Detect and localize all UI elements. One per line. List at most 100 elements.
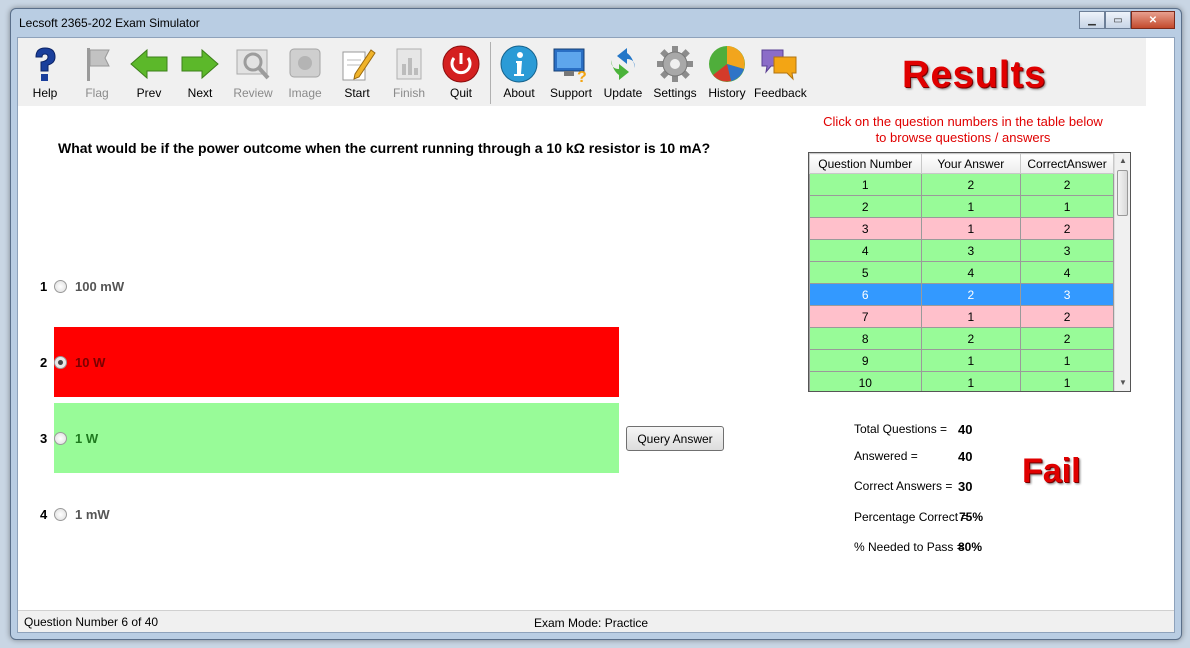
review-label: Review — [233, 86, 273, 100]
result-verdict: Fail — [1022, 452, 1081, 490]
question-number-cell[interactable]: 10 — [809, 371, 922, 391]
question-number-cell[interactable]: 9 — [809, 349, 922, 372]
flag-label: Flag — [85, 86, 109, 100]
option-label: 1 W — [75, 430, 99, 446]
support-button[interactable]: ? Support — [546, 44, 596, 104]
minimize-button[interactable]: ▁ — [1079, 11, 1105, 29]
results-hint: Click on the question numbers in the tab… — [808, 114, 1118, 146]
option-label: 1 mW — [75, 506, 110, 522]
report-icon — [396, 48, 422, 80]
option-3[interactable]: 3 1 W — [40, 428, 98, 448]
question-number-cell[interactable]: 4 — [809, 239, 922, 262]
history-button[interactable]: History — [702, 44, 752, 104]
correct-answer-cell[interactable]: 1 — [1020, 349, 1114, 372]
table-row[interactable]: 544 — [809, 261, 1114, 284]
table-row[interactable]: 822 — [809, 327, 1114, 350]
about-button[interactable]: About — [494, 44, 544, 104]
settings-button[interactable]: Settings — [650, 44, 700, 104]
scroll-up-icon[interactable]: ▲ — [1115, 153, 1130, 169]
question-number-cell[interactable]: 3 — [809, 217, 922, 240]
option-radio[interactable] — [54, 431, 67, 445]
option-2[interactable]: 2 10 W — [40, 352, 105, 372]
status-bar: Question Number 6 of 40 Exam Mode: Pract… — [18, 610, 1174, 632]
query-answer-button[interactable]: Query Answer — [626, 426, 724, 451]
finish-button[interactable]: Finish — [384, 44, 434, 104]
question-number-cell[interactable]: 7 — [809, 305, 922, 328]
option-number: 2 — [40, 354, 48, 370]
help-button[interactable]: Help — [20, 44, 70, 104]
your-answer-cell[interactable]: 2 — [920, 327, 1022, 350]
prev-label: Prev — [136, 86, 162, 100]
your-answer-cell[interactable]: 1 — [920, 371, 1022, 391]
prev-button[interactable]: Prev — [124, 44, 174, 104]
flag-button[interactable]: Flag — [72, 44, 122, 104]
table-row[interactable]: 312 — [809, 217, 1114, 240]
correct-answer-cell[interactable]: 3 — [1020, 283, 1114, 306]
toolbar-separator — [490, 42, 491, 104]
correct-answer-cell[interactable]: 2 — [1020, 305, 1114, 328]
table-row[interactable]: 623 — [809, 283, 1114, 306]
question-number-cell[interactable]: 2 — [809, 195, 922, 218]
your-answer-cell[interactable]: 4 — [920, 261, 1022, 284]
results-hint-line1: Click on the question numbers in the tab… — [823, 114, 1103, 129]
start-button[interactable]: Start — [332, 44, 382, 104]
your-answer-cell[interactable]: 1 — [920, 217, 1022, 240]
table-row[interactable]: 433 — [809, 239, 1114, 262]
total-questions-label: Total Questions = — [854, 422, 948, 436]
correct-answer-cell[interactable]: 1 — [1020, 195, 1114, 218]
client-area: Help Flag Prev Next Review Image Start F… — [17, 37, 1175, 633]
correct-answer-cell[interactable]: 4 — [1020, 261, 1114, 284]
feedback-label: Feedback — [754, 86, 807, 100]
correct-answer-cell[interactable]: 2 — [1020, 173, 1114, 196]
correct-answer-cell[interactable]: 2 — [1020, 217, 1114, 240]
your-answer-cell[interactable]: 1 — [920, 195, 1022, 218]
table-row[interactable]: 122 — [809, 173, 1114, 196]
your-answer-cell[interactable]: 1 — [920, 349, 1022, 372]
option-radio[interactable] — [54, 507, 67, 521]
help-label: Help — [32, 86, 58, 100]
image-label: Image — [288, 86, 322, 100]
feedback-button[interactable]: Feedback — [754, 44, 807, 104]
correct-answer-cell[interactable]: 2 — [1020, 327, 1114, 350]
your-answer-cell[interactable]: 1 — [920, 305, 1022, 328]
option-4[interactable]: 4 1 mW — [40, 504, 110, 524]
correct-answer-cell[interactable]: 1 — [1020, 371, 1114, 391]
table-row[interactable]: 10 1 1 — [809, 371, 1114, 391]
question-number-cell[interactable]: 6 — [809, 283, 922, 306]
table-row[interactable]: 911 — [809, 349, 1114, 372]
option-number: 1 — [40, 278, 48, 294]
option-radio[interactable] — [54, 355, 67, 369]
question-number-cell[interactable]: 8 — [809, 327, 922, 350]
review-button[interactable]: Review — [228, 44, 278, 104]
update-button[interactable]: Update — [598, 44, 648, 104]
flag-icon — [87, 48, 110, 81]
question-number-cell[interactable]: 1 — [809, 173, 922, 196]
image-button[interactable]: Image — [280, 44, 330, 104]
column-header-correct-answer[interactable]: CorrectAnswer — [1020, 153, 1114, 174]
gear-icon — [657, 46, 693, 82]
option-1[interactable]: 1 100 mW — [40, 276, 124, 296]
help-icon — [35, 47, 56, 81]
table-scrollbar[interactable]: ▲ ▼ — [1114, 153, 1130, 391]
your-answer-cell[interactable]: 2 — [920, 283, 1022, 306]
column-header-question-number[interactable]: Question Number — [809, 153, 922, 174]
question-number-cell[interactable]: 5 — [809, 261, 922, 284]
option-label: 10 W — [75, 354, 106, 370]
table-row[interactable]: 712 — [809, 305, 1114, 328]
quit-button[interactable]: Quit — [436, 44, 486, 104]
option-label: 100 mW — [75, 278, 125, 294]
next-button[interactable]: Next — [175, 44, 225, 104]
your-answer-cell[interactable]: 2 — [920, 173, 1022, 196]
your-answer-cell[interactable]: 3 — [920, 239, 1022, 262]
support-label: Support — [549, 86, 593, 100]
close-button[interactable]: ✕ — [1131, 11, 1175, 29]
option-radio[interactable] — [54, 279, 67, 293]
correct-answer-cell[interactable]: 3 — [1020, 239, 1114, 262]
scroll-down-icon[interactable]: ▼ — [1115, 375, 1130, 391]
needed-to-pass-value: 80% — [958, 540, 983, 554]
title-bar[interactable]: Lecsoft 2365-202 Exam Simulator ▁ ▭ ✕ — [11, 9, 1181, 39]
scroll-thumb[interactable] — [1117, 170, 1128, 216]
table-row[interactable]: 211 — [809, 195, 1114, 218]
maximize-button[interactable]: ▭ — [1105, 11, 1131, 29]
column-header-your-answer[interactable]: Your Answer — [920, 153, 1022, 174]
